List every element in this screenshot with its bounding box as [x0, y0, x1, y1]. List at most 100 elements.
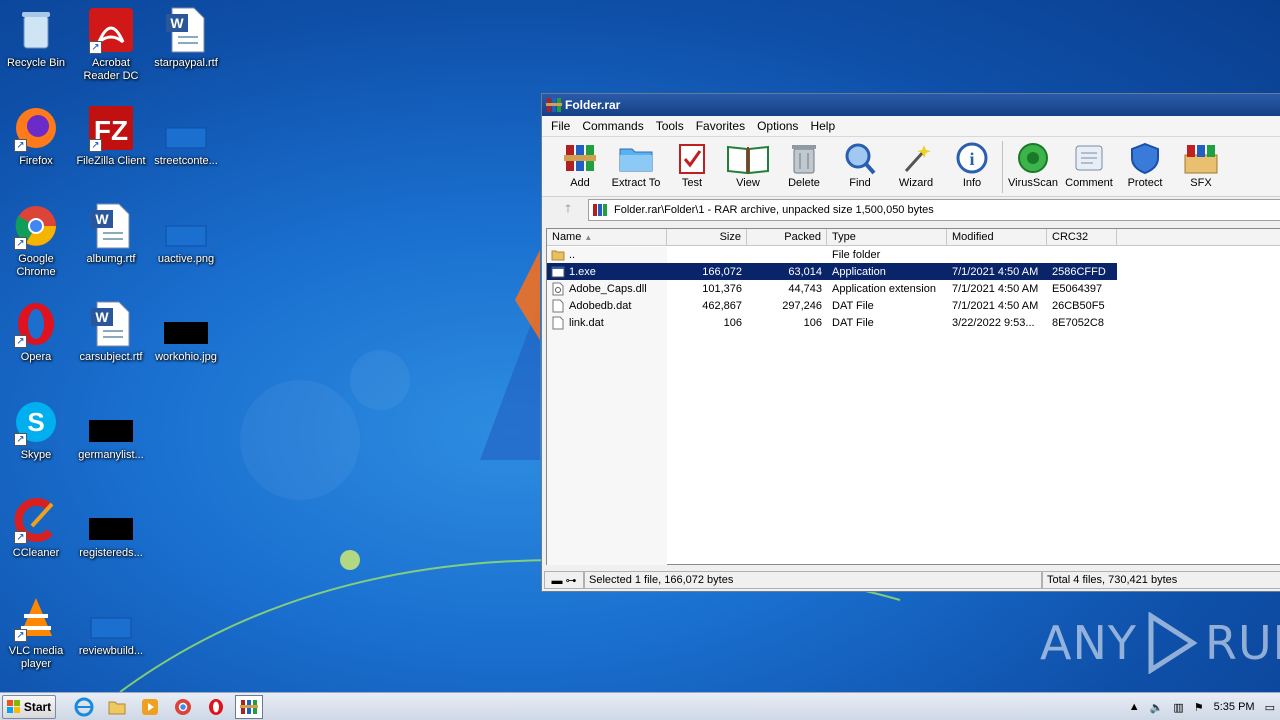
menu-tools[interactable]: Tools [650, 119, 690, 133]
wizard-button[interactable]: Wizard [888, 141, 944, 189]
info-button[interactable]: i Info [944, 141, 1000, 189]
chrome-icon: ↗ [12, 202, 60, 250]
column-header-size[interactable]: Size [667, 229, 747, 245]
column-header-modified[interactable]: Modified [947, 229, 1047, 245]
desktop-icon-label: Opera [20, 351, 52, 363]
chrome-icon [175, 698, 191, 715]
application-icon [551, 266, 565, 277]
show-hidden-icons-icon[interactable]: ▲ [1129, 701, 1140, 713]
find-button[interactable]: Find [832, 141, 888, 189]
test-clipboard-icon [679, 144, 705, 174]
title-bar[interactable]: Folder.rar [542, 94, 1280, 116]
taskbar-internet-explorer[interactable] [70, 695, 98, 719]
menu-help[interactable]: Help [804, 119, 841, 133]
desktop-icon-streetconte[interactable]: streetconte... [148, 104, 224, 168]
add-button[interactable]: Add [552, 141, 608, 189]
winrar-window[interactable]: Folder.rar File Commands Tools Favorites… [541, 93, 1280, 592]
desktop-icon-starpaypal[interactable]: W starpaypal.rtf [148, 6, 224, 70]
desktop-icon-label: Acrobat Reader DC [83, 57, 139, 82]
file-name: 1.exe [569, 265, 596, 278]
file-packed: 106 [803, 316, 822, 329]
taskbar-chrome[interactable] [169, 695, 197, 719]
file-row-parent[interactable]: .. File folder [547, 246, 1280, 263]
file-row[interactable]: Adobe_Caps.dll 101,376 44,743 Applicatio… [547, 280, 1280, 297]
action-center-flag-icon[interactable]: ⚑ [1194, 701, 1204, 714]
menu-options[interactable]: Options [751, 119, 804, 133]
desktop-icon-ccleaner[interactable]: ↗ CCleaner [0, 496, 74, 560]
winrar-icon [240, 699, 258, 714]
menu-file[interactable]: File [545, 119, 576, 133]
word-document-icon: W [87, 300, 135, 348]
desktop-icon-filezilla[interactable]: FZ ↗ FileZilla Client [73, 104, 149, 168]
desktop-icon-skype[interactable]: S ↗ Skype [0, 398, 74, 462]
column-header-packed[interactable]: Packed [747, 229, 827, 245]
start-button[interactable]: Start [2, 694, 56, 719]
show-desktop-button[interactable]: ▭ [1265, 701, 1275, 714]
file-row-selected[interactable]: 1.exe 166,072 63,014 Application 7/1/202… [547, 263, 1117, 280]
clock[interactable]: 5:35 PM [1214, 701, 1255, 713]
desktop-icon-recycle-bin[interactable]: Recycle Bin [0, 6, 74, 70]
file-type: Application [832, 265, 886, 278]
desktop-icon-label: germanylist... [78, 449, 144, 461]
file-crc: 2586CFFD [1052, 265, 1106, 278]
desktop-icon-chrome[interactable]: ↗ Google Chrome [0, 202, 74, 279]
taskbar-media-player[interactable] [136, 695, 164, 719]
file-type: File folder [832, 248, 881, 261]
drive-icon[interactable]: ▬ ⊶ [544, 571, 584, 589]
view-button[interactable]: View [720, 141, 776, 189]
taskbar-winrar[interactable] [235, 694, 263, 719]
desktop-icon-label: registereds... [79, 547, 143, 559]
file-row[interactable]: link.dat 106 106 DAT File 3/22/2022 9:53… [547, 314, 1280, 331]
desktop-icon-registereds[interactable]: registereds... [73, 496, 149, 560]
menu-commands[interactable]: Commands [576, 119, 649, 133]
desktop-icon-uactive[interactable]: uactive.png [148, 202, 224, 266]
up-one-level-button[interactable]: 🡑 [548, 199, 588, 221]
test-button[interactable]: Test [664, 141, 720, 189]
extract-to-label: Extract To [611, 177, 661, 189]
wizard-label: Wizard [898, 177, 934, 189]
file-packed: 63,014 [788, 265, 822, 278]
column-header-type[interactable]: Type [827, 229, 947, 245]
taskbar-opera[interactable] [202, 695, 230, 719]
add-label: Add [570, 177, 590, 189]
file-thumbnail-icon [87, 398, 135, 446]
desktop-icon-vlc[interactable]: ↗ VLC media player [0, 594, 74, 671]
status-total: Total 4 files, 730,421 bytes [1042, 571, 1280, 589]
desktop-icon-label: workohio.jpg [155, 351, 217, 363]
virusscan-button[interactable]: VirusScan [1005, 141, 1061, 189]
column-header-crc32[interactable]: CRC32 [1047, 229, 1117, 245]
test-label: Test [681, 177, 703, 189]
filezilla-icon: FZ ↗ [87, 104, 135, 152]
desktop-icon-opera[interactable]: ↗ Opera [0, 300, 74, 364]
trash-icon [792, 145, 816, 174]
file-thumbnail-icon [162, 104, 210, 152]
extract-to-button[interactable]: Extract To [608, 141, 664, 189]
sort-ascending-icon: ▲ [584, 233, 593, 242]
comment-button[interactable]: Comment [1061, 141, 1117, 189]
shortcut-arrow-icon: ↗ [89, 41, 102, 54]
desktop-icon-reviewbuild[interactable]: reviewbuild... [73, 594, 149, 658]
volume-icon[interactable]: 🔈 [1150, 701, 1164, 714]
desktop-icon-firefox[interactable]: ↗ Firefox [0, 104, 74, 168]
file-modified: 7/1/2021 4:50 AM [952, 265, 1039, 278]
desktop-icon-label: FileZilla Client [76, 155, 146, 167]
path-field[interactable]: Folder.rar\Folder\1 - RAR archive, unpac… [588, 198, 1280, 221]
column-header-name[interactable]: Name ▲ [547, 229, 667, 245]
delete-button[interactable]: Delete [776, 141, 832, 189]
desktop-icon-acrobat[interactable]: ↗ Acrobat Reader DC [73, 6, 149, 83]
file-size: 101,376 [702, 282, 742, 295]
protect-button[interactable]: Protect [1117, 141, 1173, 189]
file-row[interactable]: Adobedb.dat 462,867 297,246 DAT File 7/1… [547, 297, 1280, 314]
desktop-icon-label: reviewbuild... [78, 645, 144, 657]
taskbar-explorer[interactable] [103, 695, 131, 719]
system-tray: ▲ 🔈 ▥ ⚑ 5:35 PM ▭ [1124, 693, 1280, 720]
vlc-icon: ↗ [12, 594, 60, 642]
menu-favorites[interactable]: Favorites [690, 119, 751, 133]
desktop-icon-germanylist[interactable]: germanylist... [73, 398, 149, 462]
desktop-icon-carsubject[interactable]: W carsubject.rtf [73, 300, 149, 364]
desktop-icon-workohio[interactable]: workohio.jpg [148, 300, 224, 364]
shortcut-arrow-icon: ↗ [89, 139, 102, 152]
network-icon[interactable]: ▥ [1173, 701, 1183, 714]
desktop-icon-albumg[interactable]: W albumg.rtf [73, 202, 149, 266]
sfx-button[interactable]: SFX [1173, 141, 1229, 189]
